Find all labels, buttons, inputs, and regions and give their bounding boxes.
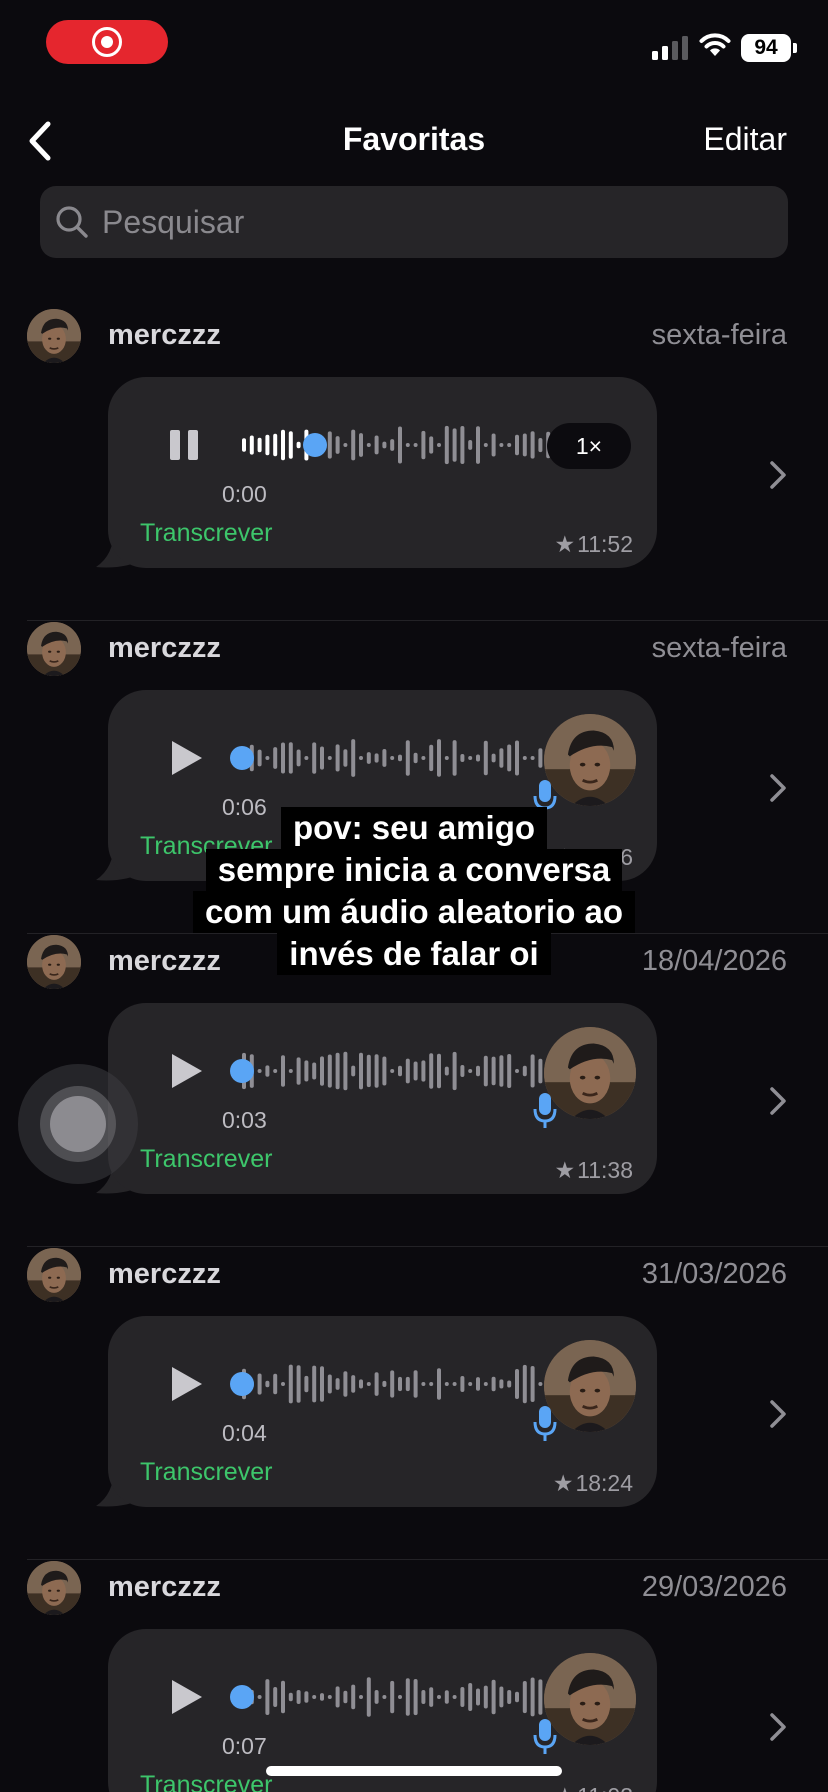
list-item[interactable]: merczzz 29/03/2026 0:07 Transcrever ★11:… (0, 1561, 828, 1792)
microphone-icon (533, 1719, 557, 1754)
edit-button[interactable]: Editar (703, 121, 787, 158)
voice-message-bubble[interactable]: 0:00 Transcrever ★ 11:52 1× (108, 377, 657, 568)
star-icon: ★ (552, 1470, 574, 1496)
message-date: sexta-feira (651, 319, 787, 351)
play-icon[interactable] (160, 1673, 208, 1721)
assistive-touch-button[interactable] (18, 1064, 138, 1184)
playback-scrubber[interactable] (230, 746, 254, 770)
microphone-icon (533, 1093, 557, 1128)
sender-name: merczzz (108, 1258, 221, 1290)
play-icon[interactable] (160, 734, 208, 782)
record-icon (92, 27, 122, 57)
chevron-right-icon[interactable] (768, 1711, 788, 1743)
message-date: 31/03/2026 (641, 1258, 787, 1290)
playback-scrubber[interactable] (230, 1685, 254, 1709)
video-caption: pov: seu amigo sempre inicia a conversa … (0, 807, 828, 975)
audio-duration: 0:04 (222, 1420, 267, 1446)
message-time-text: 11:38 (577, 1157, 633, 1183)
star-icon: ★ (555, 1783, 576, 1792)
home-indicator[interactable] (266, 1766, 562, 1776)
message-time: ★ 11:38 (555, 1157, 633, 1184)
search-input[interactable]: Pesquisar (40, 186, 788, 258)
screen-recording-indicator[interactable] (46, 20, 168, 64)
search-placeholder: Pesquisar (102, 203, 245, 240)
pause-icon[interactable] (160, 421, 208, 469)
play-icon[interactable] (160, 1047, 208, 1095)
message-time: ★11:03 (555, 1783, 633, 1792)
cellular-signal-icon (652, 36, 688, 60)
playback-scrubber[interactable] (303, 433, 328, 457)
message-time-text: 18:24 (575, 1470, 633, 1496)
play-icon[interactable] (160, 1360, 208, 1408)
voice-message-bubble[interactable]: 0:04 Transcrever ★ 18:24 (108, 1316, 657, 1507)
message-time-text: 11:52 (577, 531, 633, 557)
search-icon (56, 206, 88, 238)
list-item[interactable]: merczzz sexta-feira 0:00 Transcrever ★ 11… (0, 309, 828, 621)
message-time-text: 11:03 (577, 1783, 633, 1792)
caption-line: pov: seu amigo (280, 807, 548, 849)
avatar[interactable] (27, 1561, 81, 1615)
caption-line: com um áudio aleatorio ao (192, 891, 636, 933)
playback-scrubber[interactable] (230, 1372, 254, 1396)
transcribe-button[interactable]: Transcrever (140, 1145, 272, 1174)
chevron-right-icon[interactable] (768, 459, 788, 491)
chevron-right-icon[interactable] (768, 1085, 788, 1117)
chevron-right-icon[interactable] (768, 1398, 788, 1430)
message-date: sexta-feira (651, 632, 787, 664)
transcribe-button[interactable]: Transcrever (140, 1458, 272, 1487)
divider (27, 620, 828, 621)
sender-name: merczzz (108, 632, 221, 664)
star-icon: ★ (554, 531, 576, 557)
audio-duration: 0:07 (222, 1733, 267, 1759)
star-icon: ★ (554, 1157, 576, 1183)
playback-scrubber[interactable] (230, 1059, 254, 1083)
message-date: 29/03/2026 (641, 1571, 787, 1603)
caption-line: sempre inicia a conversa (205, 849, 623, 891)
battery-indicator: 94 (741, 34, 797, 62)
caption-line: invés de falar oi (277, 933, 551, 975)
transcribe-button[interactable]: Transcrever (140, 1771, 272, 1792)
divider (27, 1559, 828, 1560)
avatar[interactable] (27, 309, 81, 363)
avatar[interactable] (27, 1248, 81, 1302)
list-item[interactable]: merczzz 31/03/2026 0:04 Transcrever ★ 18:… (0, 1248, 828, 1560)
status-bar: 94 (0, 0, 828, 90)
message-time: ★ 18:24 (553, 1470, 633, 1497)
audio-duration: 0:00 (222, 481, 267, 507)
sender-name: merczzz (108, 1571, 221, 1603)
assistive-touch-core (50, 1096, 106, 1152)
audio-duration: 0:03 (222, 1107, 267, 1133)
playback-speed-button[interactable]: 1× (547, 423, 631, 469)
sender-name: merczzz (108, 319, 221, 351)
divider (27, 1246, 828, 1247)
transcribe-button[interactable]: Transcrever (140, 519, 272, 548)
avatar[interactable] (27, 622, 81, 676)
message-time: ★ 11:52 (555, 531, 633, 558)
chevron-right-icon[interactable] (768, 772, 788, 804)
microphone-icon (533, 1406, 557, 1441)
voice-message-bubble[interactable]: 0:03 Transcrever ★ 11:38 (108, 1003, 657, 1194)
wifi-icon (699, 33, 731, 56)
assistive-touch-ring (40, 1086, 116, 1162)
